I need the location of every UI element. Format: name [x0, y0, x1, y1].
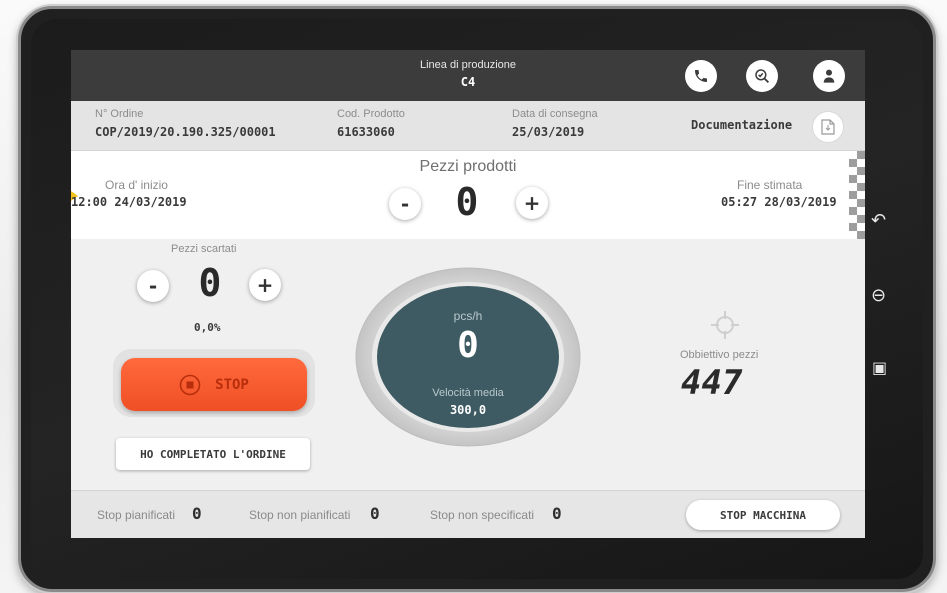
- unspecified-stops-label: Stop non specificati: [430, 508, 535, 522]
- documentation-label[interactable]: Documentazione: [691, 118, 792, 132]
- unspecified-stops-value: 0: [552, 504, 562, 523]
- stop-machine-button[interactable]: STOP MACCHINA: [686, 500, 840, 530]
- gauge-unit: pcs/h: [453, 309, 483, 323]
- start-time-label: Ora d' inizio: [105, 178, 168, 192]
- stop-icon: [179, 374, 201, 395]
- planned-stops-label: Stop pianificati: [97, 508, 176, 522]
- scrap-count: 0: [198, 261, 222, 305]
- crosshair-icon: [711, 311, 739, 339]
- produced-pieces-row: Ora d' inizio 12:00 24/03/2019 Pezzi pro…: [71, 151, 865, 239]
- document-icon: [821, 119, 835, 135]
- product-code-label: Cod. Prodotto: [337, 108, 405, 120]
- phone-button[interactable]: [685, 60, 717, 92]
- produced-pieces-count: 0: [455, 180, 479, 224]
- scrap-increment-button[interactable]: +: [249, 269, 281, 301]
- order-number-value: COP/2019/20.190.325/00001: [95, 125, 276, 139]
- main-panel: Pezzi scartati - 0 + 0,0% STOP HO COMPLE…: [71, 239, 865, 490]
- stop-button[interactable]: STOP: [121, 358, 307, 411]
- produced-decrement-button[interactable]: -: [389, 188, 421, 220]
- header-title: Linea di produzione: [419, 59, 517, 71]
- phone-icon: [695, 70, 707, 82]
- user-icon: [823, 69, 835, 83]
- bottom-bar: Stop pianificati 0 Stop non pianificati …: [71, 490, 865, 538]
- stop-button-label: STOP: [215, 376, 249, 393]
- speed-gauge: pcs/h 0 Velocità media 300,0: [355, 267, 581, 447]
- app-screen: Linea di produzione C4 N° Ordine COP/201…: [71, 50, 865, 538]
- delivery-date-value: 25/03/2019: [512, 125, 585, 139]
- average-speed-label: Velocità media: [432, 387, 504, 399]
- order-number-label: N° Ordine: [95, 108, 144, 120]
- gauge-value: 0: [457, 325, 479, 366]
- average-speed-value: 300,0: [449, 403, 487, 417]
- order-info-row: N° Ordine COP/2019/20.190.325/00001 Cod.…: [71, 101, 865, 151]
- complete-order-button[interactable]: HO COMPLETATO L'ORDINE: [116, 438, 310, 470]
- produced-pieces-title: Pezzi prodotti: [419, 158, 517, 175]
- user-button[interactable]: [813, 60, 845, 92]
- check-search-button[interactable]: [746, 60, 778, 92]
- scrap-percent: 0,0%: [194, 321, 221, 334]
- check-search-icon: [755, 69, 770, 84]
- product-code-value: 61633060: [337, 125, 395, 139]
- unplanned-stops-value: 0: [370, 504, 380, 523]
- recents-icon[interactable]: ▣: [872, 358, 887, 377]
- back-icon[interactable]: ↶: [871, 210, 886, 231]
- target-value: 447: [681, 363, 743, 403]
- scrap-decrement-button[interactable]: -: [137, 270, 169, 302]
- documentation-button[interactable]: [812, 111, 844, 143]
- checkered-flag-icon: [849, 151, 865, 239]
- target-label: Obbiettivo pezzi: [680, 349, 759, 361]
- produced-increment-button[interactable]: +: [516, 187, 548, 219]
- estimated-end-label: Fine stimata: [737, 178, 803, 192]
- scrap-title: Pezzi scartati: [171, 243, 237, 255]
- top-bar: Linea di produzione C4: [71, 50, 865, 101]
- delivery-date-label: Data di consegna: [512, 108, 598, 120]
- unplanned-stops-label: Stop non pianificati: [249, 508, 351, 522]
- start-time-value: 12:00 24/03/2019: [71, 195, 187, 209]
- planned-stops-value: 0: [192, 504, 202, 523]
- home-icon[interactable]: ⊖: [871, 285, 886, 306]
- estimated-end-value: 05:27 28/03/2019: [721, 195, 837, 209]
